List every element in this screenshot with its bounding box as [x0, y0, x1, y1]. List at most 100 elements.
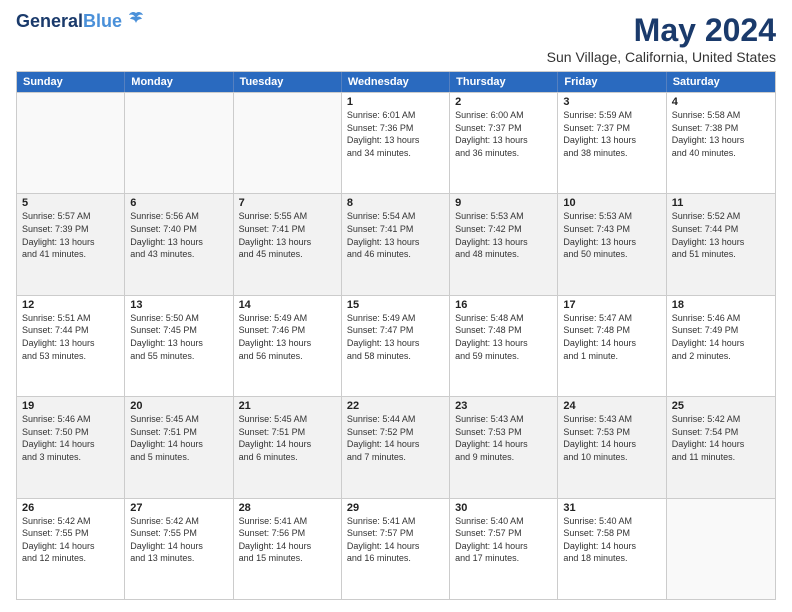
day-info: Sunrise: 5:40 AM Sunset: 7:58 PM Dayligh… — [563, 515, 660, 565]
calendar-cell-4-7: 25Sunrise: 5:42 AM Sunset: 7:54 PM Dayli… — [667, 397, 775, 497]
day-number: 7 — [239, 197, 336, 209]
day-number: 14 — [239, 299, 336, 311]
calendar-cell-3-3: 14Sunrise: 5:49 AM Sunset: 7:46 PM Dayli… — [234, 296, 342, 396]
day-number: 6 — [130, 197, 227, 209]
day-info: Sunrise: 5:49 AM Sunset: 7:46 PM Dayligh… — [239, 312, 336, 362]
day-number: 21 — [239, 400, 336, 412]
day-info: Sunrise: 5:58 AM Sunset: 7:38 PM Dayligh… — [672, 109, 770, 159]
day-info: Sunrise: 5:45 AM Sunset: 7:51 PM Dayligh… — [239, 413, 336, 463]
header: GeneralBlue May 2024 Sun Village, Califo… — [16, 12, 776, 65]
calendar-cell-2-5: 9Sunrise: 5:53 AM Sunset: 7:42 PM Daylig… — [450, 194, 558, 294]
calendar-cell-3-2: 13Sunrise: 5:50 AM Sunset: 7:45 PM Dayli… — [125, 296, 233, 396]
calendar-body: 1Sunrise: 6:01 AM Sunset: 7:36 PM Daylig… — [17, 92, 775, 599]
calendar-cell-2-3: 7Sunrise: 5:55 AM Sunset: 7:41 PM Daylig… — [234, 194, 342, 294]
day-info: Sunrise: 5:45 AM Sunset: 7:51 PM Dayligh… — [130, 413, 227, 463]
calendar-cell-1-1 — [17, 93, 125, 193]
calendar-cell-2-6: 10Sunrise: 5:53 AM Sunset: 7:43 PM Dayli… — [558, 194, 666, 294]
calendar-header-friday: Friday — [558, 72, 666, 92]
day-number: 20 — [130, 400, 227, 412]
calendar-header-tuesday: Tuesday — [234, 72, 342, 92]
day-number: 25 — [672, 400, 770, 412]
calendar: SundayMondayTuesdayWednesdayThursdayFrid… — [16, 71, 776, 600]
calendar-week-5: 26Sunrise: 5:42 AM Sunset: 7:55 PM Dayli… — [17, 498, 775, 599]
logo: GeneralBlue — [16, 12, 147, 32]
calendar-cell-5-6: 31Sunrise: 5:40 AM Sunset: 7:58 PM Dayli… — [558, 499, 666, 599]
calendar-cell-3-5: 16Sunrise: 5:48 AM Sunset: 7:48 PM Dayli… — [450, 296, 558, 396]
day-number: 11 — [672, 197, 770, 209]
calendar-cell-1-7: 4Sunrise: 5:58 AM Sunset: 7:38 PM Daylig… — [667, 93, 775, 193]
day-number: 2 — [455, 96, 552, 108]
calendar-header-thursday: Thursday — [450, 72, 558, 92]
day-info: Sunrise: 5:46 AM Sunset: 7:50 PM Dayligh… — [22, 413, 119, 463]
day-number: 30 — [455, 502, 552, 514]
main-title: May 2024 — [547, 12, 776, 49]
day-info: Sunrise: 6:01 AM Sunset: 7:36 PM Dayligh… — [347, 109, 444, 159]
calendar-cell-4-2: 20Sunrise: 5:45 AM Sunset: 7:51 PM Dayli… — [125, 397, 233, 497]
calendar-cell-2-4: 8Sunrise: 5:54 AM Sunset: 7:41 PM Daylig… — [342, 194, 450, 294]
day-number: 28 — [239, 502, 336, 514]
calendar-cell-5-4: 29Sunrise: 5:41 AM Sunset: 7:57 PM Dayli… — [342, 499, 450, 599]
calendar-header-monday: Monday — [125, 72, 233, 92]
day-info: Sunrise: 5:52 AM Sunset: 7:44 PM Dayligh… — [672, 210, 770, 260]
day-info: Sunrise: 5:55 AM Sunset: 7:41 PM Dayligh… — [239, 210, 336, 260]
calendar-week-4: 19Sunrise: 5:46 AM Sunset: 7:50 PM Dayli… — [17, 396, 775, 497]
calendar-cell-5-3: 28Sunrise: 5:41 AM Sunset: 7:56 PM Dayli… — [234, 499, 342, 599]
day-number: 22 — [347, 400, 444, 412]
day-number: 4 — [672, 96, 770, 108]
calendar-cell-3-1: 12Sunrise: 5:51 AM Sunset: 7:44 PM Dayli… — [17, 296, 125, 396]
day-info: Sunrise: 5:54 AM Sunset: 7:41 PM Dayligh… — [347, 210, 444, 260]
day-info: Sunrise: 5:46 AM Sunset: 7:49 PM Dayligh… — [672, 312, 770, 362]
day-info: Sunrise: 5:53 AM Sunset: 7:42 PM Dayligh… — [455, 210, 552, 260]
day-number: 18 — [672, 299, 770, 311]
calendar-cell-3-7: 18Sunrise: 5:46 AM Sunset: 7:49 PM Dayli… — [667, 296, 775, 396]
day-number: 13 — [130, 299, 227, 311]
day-number: 5 — [22, 197, 119, 209]
calendar-week-1: 1Sunrise: 6:01 AM Sunset: 7:36 PM Daylig… — [17, 92, 775, 193]
day-info: Sunrise: 5:43 AM Sunset: 7:53 PM Dayligh… — [455, 413, 552, 463]
day-info: Sunrise: 5:57 AM Sunset: 7:39 PM Dayligh… — [22, 210, 119, 260]
calendar-cell-2-1: 5Sunrise: 5:57 AM Sunset: 7:39 PM Daylig… — [17, 194, 125, 294]
calendar-cell-1-6: 3Sunrise: 5:59 AM Sunset: 7:37 PM Daylig… — [558, 93, 666, 193]
calendar-cell-1-4: 1Sunrise: 6:01 AM Sunset: 7:36 PM Daylig… — [342, 93, 450, 193]
calendar-cell-5-2: 27Sunrise: 5:42 AM Sunset: 7:55 PM Dayli… — [125, 499, 233, 599]
day-info: Sunrise: 5:41 AM Sunset: 7:57 PM Dayligh… — [347, 515, 444, 565]
logo-bird-icon — [125, 9, 147, 31]
logo-text: GeneralBlue — [16, 12, 122, 32]
calendar-cell-2-2: 6Sunrise: 5:56 AM Sunset: 7:40 PM Daylig… — [125, 194, 233, 294]
day-info: Sunrise: 5:42 AM Sunset: 7:55 PM Dayligh… — [22, 515, 119, 565]
day-info: Sunrise: 5:49 AM Sunset: 7:47 PM Dayligh… — [347, 312, 444, 362]
day-info: Sunrise: 5:41 AM Sunset: 7:56 PM Dayligh… — [239, 515, 336, 565]
day-number: 9 — [455, 197, 552, 209]
calendar-cell-4-1: 19Sunrise: 5:46 AM Sunset: 7:50 PM Dayli… — [17, 397, 125, 497]
subtitle: Sun Village, California, United States — [547, 49, 776, 65]
day-info: Sunrise: 6:00 AM Sunset: 7:37 PM Dayligh… — [455, 109, 552, 159]
day-number: 16 — [455, 299, 552, 311]
day-number: 1 — [347, 96, 444, 108]
day-number: 3 — [563, 96, 660, 108]
calendar-cell-5-5: 30Sunrise: 5:40 AM Sunset: 7:57 PM Dayli… — [450, 499, 558, 599]
day-number: 8 — [347, 197, 444, 209]
day-number: 15 — [347, 299, 444, 311]
day-number: 24 — [563, 400, 660, 412]
day-number: 10 — [563, 197, 660, 209]
day-info: Sunrise: 5:42 AM Sunset: 7:55 PM Dayligh… — [130, 515, 227, 565]
calendar-cell-1-3 — [234, 93, 342, 193]
day-info: Sunrise: 5:42 AM Sunset: 7:54 PM Dayligh… — [672, 413, 770, 463]
day-number: 17 — [563, 299, 660, 311]
day-number: 12 — [22, 299, 119, 311]
calendar-header-saturday: Saturday — [667, 72, 775, 92]
day-info: Sunrise: 5:51 AM Sunset: 7:44 PM Dayligh… — [22, 312, 119, 362]
calendar-cell-5-7 — [667, 499, 775, 599]
day-info: Sunrise: 5:43 AM Sunset: 7:53 PM Dayligh… — [563, 413, 660, 463]
calendar-cell-4-3: 21Sunrise: 5:45 AM Sunset: 7:51 PM Dayli… — [234, 397, 342, 497]
calendar-cell-1-5: 2Sunrise: 6:00 AM Sunset: 7:37 PM Daylig… — [450, 93, 558, 193]
day-info: Sunrise: 5:48 AM Sunset: 7:48 PM Dayligh… — [455, 312, 552, 362]
day-info: Sunrise: 5:50 AM Sunset: 7:45 PM Dayligh… — [130, 312, 227, 362]
calendar-header-sunday: Sunday — [17, 72, 125, 92]
page: GeneralBlue May 2024 Sun Village, Califo… — [0, 0, 792, 612]
day-info: Sunrise: 5:56 AM Sunset: 7:40 PM Dayligh… — [130, 210, 227, 260]
calendar-cell-3-6: 17Sunrise: 5:47 AM Sunset: 7:48 PM Dayli… — [558, 296, 666, 396]
calendar-week-2: 5Sunrise: 5:57 AM Sunset: 7:39 PM Daylig… — [17, 193, 775, 294]
title-area: May 2024 Sun Village, California, United… — [547, 12, 776, 65]
day-number: 23 — [455, 400, 552, 412]
